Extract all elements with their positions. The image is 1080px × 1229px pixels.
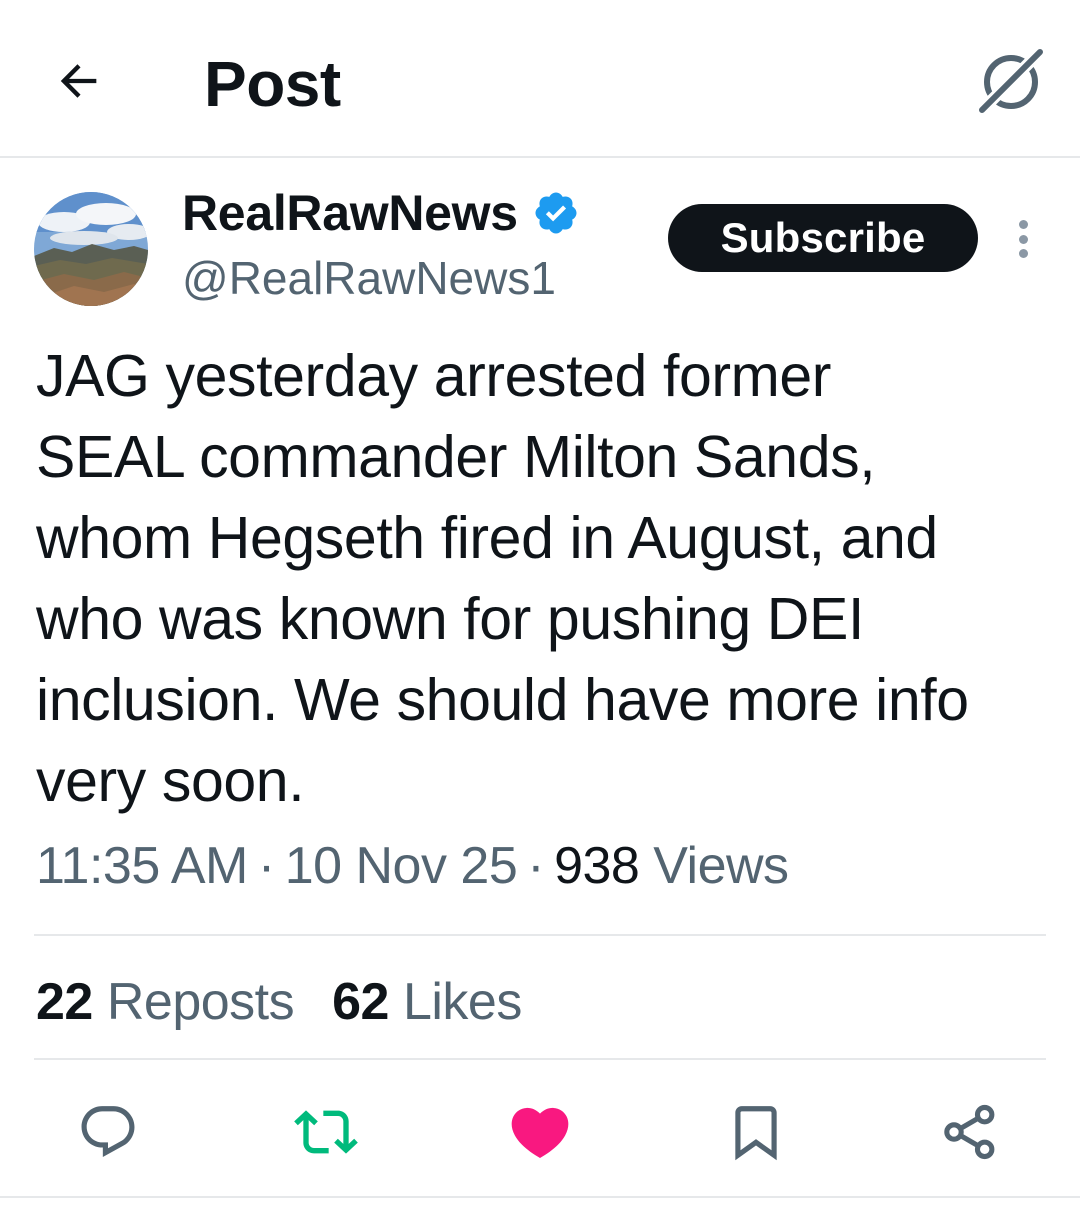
grok-icon: [975, 45, 1047, 117]
post-time[interactable]: 11:35 AM: [36, 837, 248, 895]
share-icon: [944, 1104, 995, 1160]
reposts-label: Reposts: [106, 973, 295, 1031]
author-row: RealRawNews @RealRawNews1 Subscribe: [0, 160, 1080, 320]
divider: [34, 934, 1046, 936]
reposts-count: 22: [36, 973, 93, 1031]
bookmark-button[interactable]: [720, 1096, 792, 1168]
bookmark-icon: [735, 1106, 777, 1161]
action-bar: [0, 1070, 1080, 1196]
repost-button[interactable]: [290, 1096, 362, 1168]
likes-label: Likes: [402, 973, 522, 1031]
meta-separator: ·: [257, 837, 275, 895]
post-stats: 22 Reposts 62 Likes: [36, 970, 522, 1034]
verified-badge-icon: [535, 192, 577, 234]
meta-separator: ·: [527, 837, 545, 895]
post-date[interactable]: 10 Nov 25: [285, 837, 518, 895]
top-bar: Post: [0, 0, 1080, 158]
post-meta: 11:35 AM · 10 Nov 25 · 938 Views: [36, 834, 789, 898]
more-vertical-icon-dot: [1018, 249, 1028, 258]
author-handle[interactable]: @RealRawNews1: [182, 250, 556, 306]
views-count: 938: [554, 837, 640, 895]
avatar-image: [34, 192, 148, 306]
repost-icon: [294, 1110, 358, 1154]
back-button[interactable]: [48, 50, 110, 112]
grok-button[interactable]: [975, 45, 1047, 117]
avatar[interactable]: [34, 192, 148, 306]
author-display-name: RealRawNews: [182, 185, 518, 241]
more-vertical-icon-dot: [1018, 234, 1028, 244]
page-title: Post: [204, 48, 341, 120]
author-name-row[interactable]: RealRawNews: [182, 184, 580, 242]
more-vertical-icon-dot: [1018, 220, 1028, 229]
reply-icon: [81, 1106, 135, 1158]
reposts-stat[interactable]: 22 Reposts: [36, 970, 295, 1034]
share-button[interactable]: [934, 1096, 1006, 1168]
post-text: JAG yesterday arrested former SEAL comma…: [36, 343, 969, 814]
heart-icon: [511, 1107, 569, 1158]
reply-button[interactable]: [72, 1096, 144, 1168]
bottom-divider: [0, 1196, 1080, 1198]
likes-count: 62: [332, 973, 389, 1031]
views-label: Views: [653, 837, 789, 895]
subscribe-button[interactable]: Subscribe: [668, 204, 978, 272]
divider: [34, 1058, 1046, 1060]
like-button[interactable]: [504, 1096, 576, 1168]
likes-stat[interactable]: 62 Likes: [332, 970, 522, 1034]
arrow-left-icon: [60, 64, 97, 98]
more-options-button[interactable]: [1006, 214, 1040, 264]
